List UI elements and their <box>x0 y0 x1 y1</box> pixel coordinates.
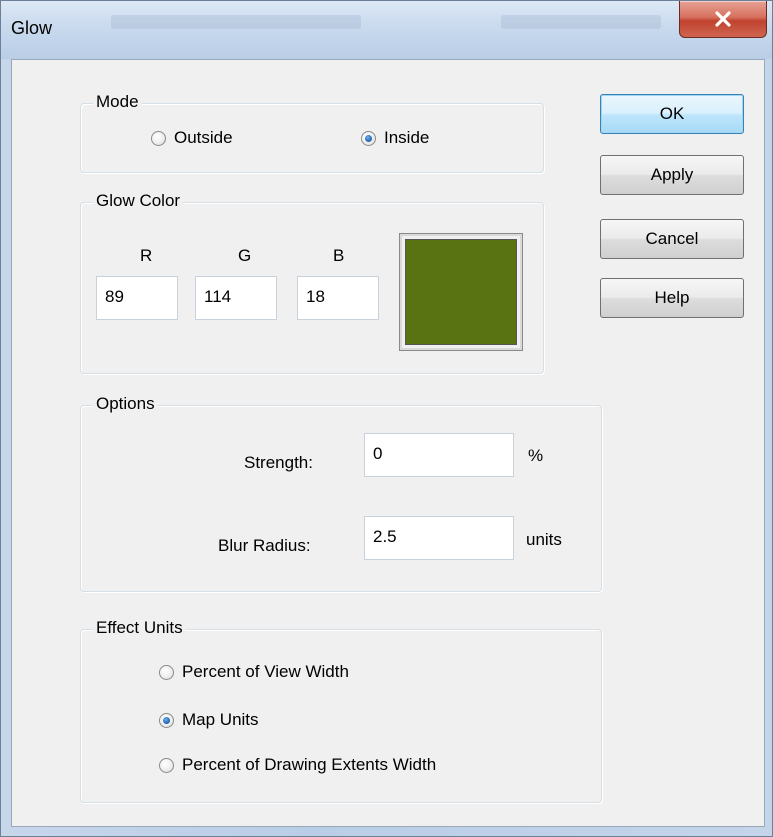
cancel-button[interactable]: Cancel <box>600 219 744 259</box>
options-group-label: Options <box>93 394 158 414</box>
map-units-radio[interactable]: Map Units <box>159 710 259 730</box>
mode-inside-radio[interactable]: Inside <box>361 128 429 148</box>
mode-group-label: Mode <box>93 92 142 112</box>
percent-drawing-extents-label: Percent of Drawing Extents Width <box>182 755 437 774</box>
radio-unchecked-icon <box>159 664 174 680</box>
blue-label: B <box>333 246 345 265</box>
map-units-label: Map Units <box>182 710 259 729</box>
close-x-icon <box>715 11 731 27</box>
green-input[interactable]: 114 <box>195 276 277 320</box>
blur-radius-label: Blur Radius: <box>218 536 311 555</box>
close-button[interactable] <box>679 1 767 38</box>
strength-label: Strength: <box>244 453 313 472</box>
mode-outside-label: Outside <box>174 128 233 147</box>
green-label: G <box>238 246 252 265</box>
mode-outside-radio[interactable]: Outside <box>151 128 233 148</box>
mode-inside-label: Inside <box>384 128 430 147</box>
blur-radius-input[interactable]: 2.5 <box>364 516 514 560</box>
glow-color-group-label: Glow Color <box>93 191 184 211</box>
help-button[interactable]: Help <box>600 278 744 318</box>
radio-checked-icon <box>159 712 174 728</box>
strength-unit: % <box>528 446 544 465</box>
red-input[interactable]: 89 <box>96 276 178 320</box>
title-bar[interactable]: Glow <box>1 1 772 59</box>
ok-button[interactable]: OK <box>600 94 744 134</box>
strength-input[interactable]: 0 <box>364 433 514 477</box>
color-swatch[interactable] <box>399 233 523 351</box>
color-swatch-fill <box>405 239 517 345</box>
effect-units-group: Effect Units Percent of View Width Map U… <box>80 618 602 803</box>
red-label: R <box>140 246 153 265</box>
radio-unchecked-icon <box>159 757 174 773</box>
dialog-client-area: Mode Outside Inside Glow Color R G B 89 … <box>11 59 765 827</box>
mode-group: Mode Outside Inside <box>80 92 544 173</box>
window-title: Glow <box>11 18 53 38</box>
percent-view-width-radio[interactable]: Percent of View Width <box>159 662 349 682</box>
radio-checked-icon <box>361 130 376 146</box>
options-group: Options <box>80 394 602 592</box>
percent-drawing-extents-radio[interactable]: Percent of Drawing Extents Width <box>159 755 436 775</box>
blur-radius-unit: units <box>526 530 562 549</box>
effect-units-group-label: Effect Units <box>93 618 186 638</box>
glow-dialog-window: Glow Mode Outside Inside Glow Color R G … <box>0 0 773 837</box>
percent-view-width-label: Percent of View Width <box>182 662 349 681</box>
apply-button[interactable]: Apply <box>600 155 744 195</box>
radio-unchecked-icon <box>151 130 166 146</box>
blue-input[interactable]: 18 <box>297 276 379 320</box>
